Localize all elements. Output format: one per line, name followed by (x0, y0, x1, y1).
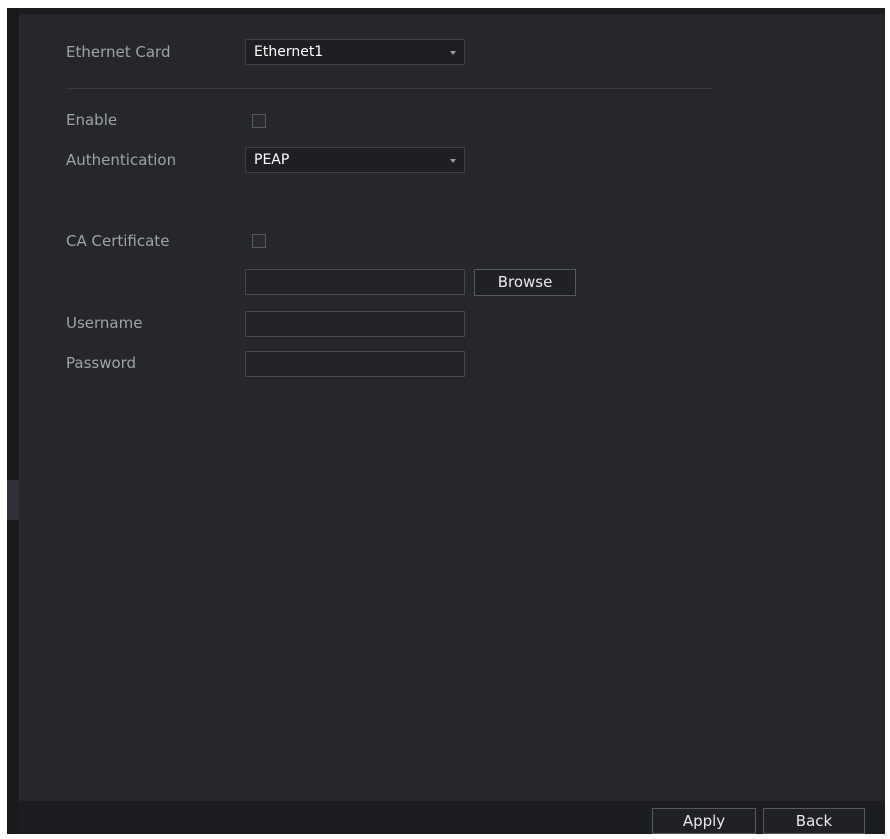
ca-certificate-label: CA Certificate (66, 232, 170, 250)
browse-button[interactable]: Browse (474, 269, 576, 296)
password-label: Password (66, 354, 137, 372)
enable-label: Enable (66, 111, 118, 129)
authentication-select[interactable]: PEAP (245, 147, 465, 173)
sidebar-collapse-handle[interactable] (7, 480, 19, 520)
ethernet-card-label: Ethernet Card (66, 43, 171, 61)
ethernet-card-value: Ethernet1 (254, 44, 324, 60)
settings-panel (19, 14, 884, 801)
username-label: Username (66, 314, 143, 332)
left-sidebar-strip (7, 8, 19, 834)
username-input[interactable] (245, 311, 465, 337)
authentication-value: PEAP (254, 152, 290, 168)
certificate-file-field[interactable] (245, 269, 465, 295)
ethernet-card-select[interactable]: Ethernet1 (245, 39, 465, 65)
password-input[interactable] (245, 351, 465, 377)
enable-checkbox[interactable] (252, 114, 266, 128)
authentication-label: Authentication (66, 151, 177, 169)
back-button[interactable]: Back (763, 808, 865, 834)
chevron-down-icon (450, 51, 456, 55)
chevron-down-icon (450, 159, 456, 163)
section-divider (66, 88, 712, 89)
ca-certificate-checkbox[interactable] (252, 234, 266, 248)
apply-button[interactable]: Apply (652, 808, 756, 834)
